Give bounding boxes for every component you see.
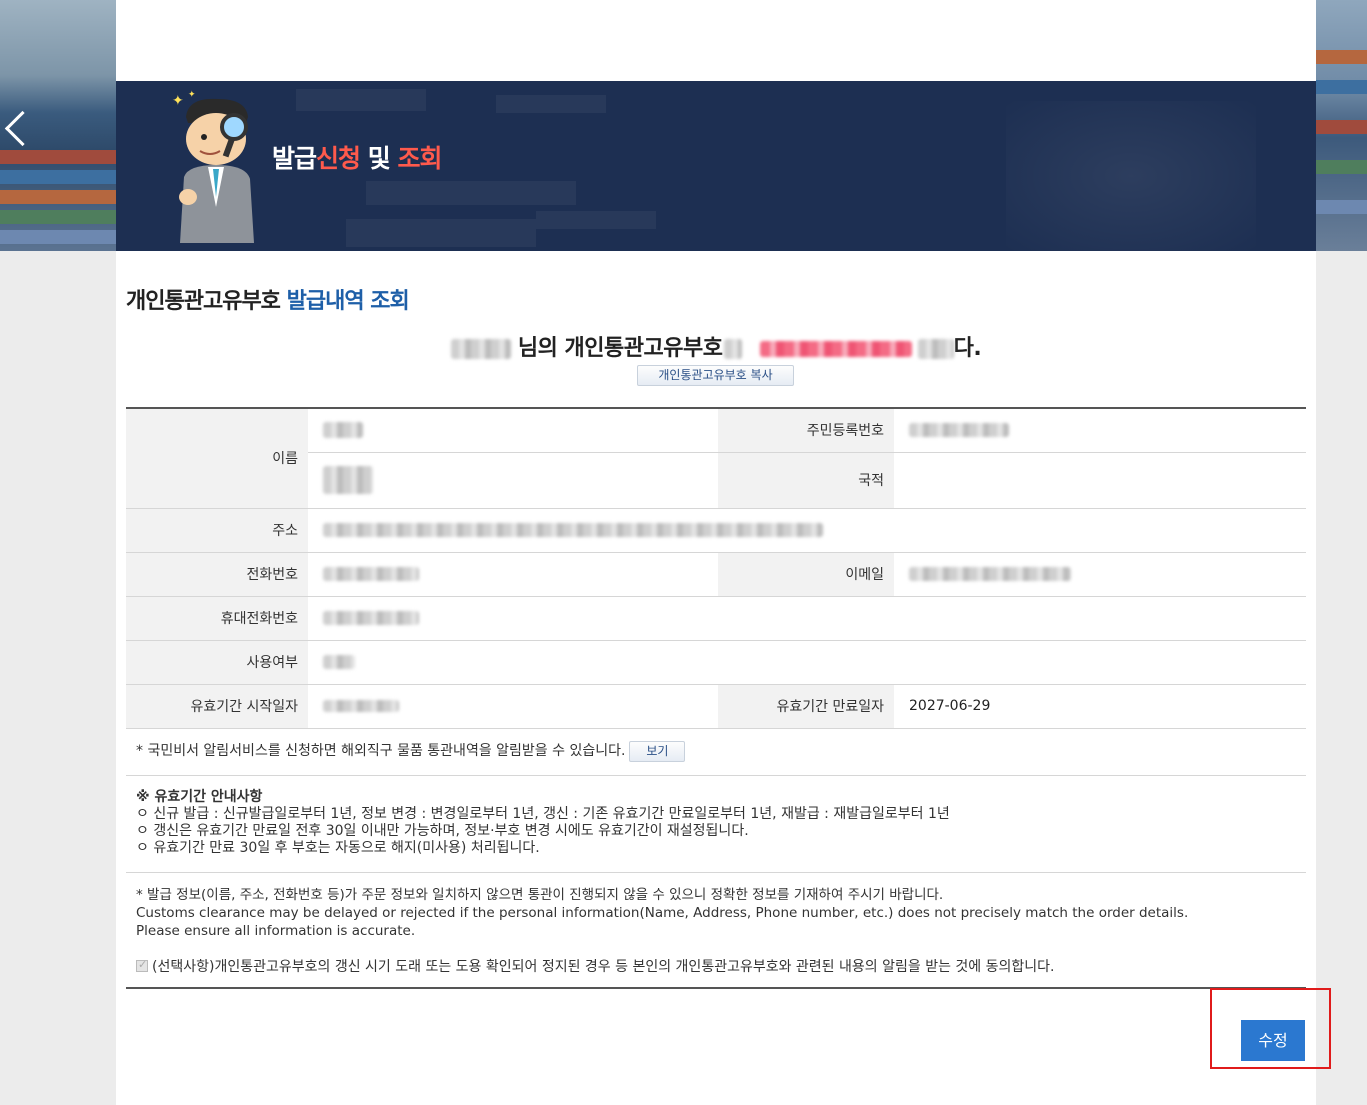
table-row: 이름 주민등록번호 [126, 408, 1306, 509]
field-label-nationality: 국적 [718, 452, 894, 509]
redacted-value [323, 700, 399, 712]
warning-en: Customs clearance may be delayed or reje… [136, 905, 1189, 921]
watermark-word [496, 95, 606, 113]
table-row: 주소 [126, 508, 1306, 553]
banner-title-part: 및 [360, 144, 398, 173]
section-title: 개인통관고유부호 발급내역 조회 [126, 283, 410, 315]
owner-line-end: 다. [953, 336, 982, 361]
redacted-value [323, 567, 419, 581]
redacted-value [323, 611, 419, 625]
divider [126, 872, 1306, 873]
redacted-value [323, 422, 363, 439]
field-value-nationality [894, 452, 1306, 509]
banner-title: 발급신청 및 조회 [272, 139, 442, 175]
banner-title-part: 발급 [272, 144, 317, 173]
accuracy-warning: * 발급 정보(이름, 주소, 전화번호 등)가 주문 정보와 일치하지 않으면… [136, 886, 1188, 940]
field-label-name: 이름 [126, 408, 308, 509]
issuance-info-table: 이름 주민등록번호 국적 주소 전화번호 이메일 휴대전화번호 사용여부 유효기… [126, 407, 1306, 729]
top-spacer [116, 0, 1316, 81]
divider [126, 987, 1306, 989]
redacted-customs-code [759, 341, 912, 357]
container-stack [0, 150, 116, 164]
notice-line: * 국민비서 알림서비스를 신청하면 해외직구 물품 통관내역을 알림받을 수 … [136, 740, 686, 762]
field-label-phone: 전화번호 [126, 552, 308, 597]
field-value-end-date: 2027-06-29 [894, 684, 1306, 729]
field-value-name-en [308, 452, 718, 509]
guide-line: ㅇ 유효기간 만료 30일 후 부호는 자동으로 해지(미사용) 처리됩니다. [136, 840, 540, 856]
watermark-word [366, 181, 576, 205]
main-content: ✦ ✦ 발급신청 및 조회 개인통관고유부호 발급내역 조회 님의 개인통관고유… [116, 0, 1331, 1105]
redacted-name [450, 339, 511, 359]
field-value-address [308, 508, 1306, 553]
redacted-value [909, 567, 1071, 581]
right-banner-photo [1316, 0, 1367, 251]
redacted-value [323, 655, 355, 669]
field-value-email [894, 552, 1306, 597]
table-row: 유효기간 시작일자 유효기간 만료일자 2027-06-29 [126, 684, 1306, 729]
container-stack [1316, 200, 1367, 214]
view-button[interactable]: 보기 [629, 740, 686, 762]
banner-title-part: 신청 [316, 144, 361, 173]
container-stack [1316, 120, 1367, 134]
left-banner-photo [0, 0, 116, 251]
warning-ko: * 발급 정보(이름, 주소, 전화번호 등)가 주문 정보와 일치하지 않으면… [136, 887, 944, 903]
edit-button[interactable]: 수정 [1241, 1020, 1305, 1061]
guide-line: ㅇ 갱신은 유효기간 만료일 전후 30일 이내만 가능하며, 정보·부호 변경… [136, 823, 749, 839]
owner-line-text: 님의 개인통관고유부호 [517, 336, 723, 361]
field-label-use: 사용여부 [126, 640, 308, 685]
field-label-address: 주소 [126, 508, 308, 553]
section-title-part: 발급내역 조회 [286, 289, 410, 314]
watermark-cloud [1006, 101, 1256, 251]
container-stack [1316, 160, 1367, 174]
redacted-value [909, 423, 1009, 438]
field-value-use [308, 640, 1306, 685]
validity-guide: ※ 유효기간 안내사항 ㅇ 신규 발급 : 신규발급일로부터 1년, 정보 변경… [136, 789, 950, 857]
banner-title-part: 조회 [397, 144, 442, 173]
consent-text: (선택사항)개인통관고유부호의 갱신 시기 도래 또는 도용 확인되어 정지된 … [152, 959, 1055, 975]
copy-code-button[interactable]: 개인통관고유부호 복사 [637, 365, 794, 386]
field-label-rrn: 주민등록번호 [718, 408, 894, 453]
watermark-word [536, 211, 656, 229]
container-stack [0, 230, 116, 244]
consent-checkbox[interactable] [136, 958, 148, 972]
consent-row: (선택사항)개인통관고유부호의 갱신 시기 도래 또는 도용 확인되어 정지된 … [136, 956, 1054, 976]
redacted-value [323, 466, 373, 494]
field-value-phone [308, 552, 718, 597]
warning-en: Please ensure all information is accurat… [136, 923, 416, 939]
field-label-mobile: 휴대전화번호 [126, 596, 308, 641]
guide-title: ※ 유효기간 안내사항 [136, 789, 263, 805]
container-stack [0, 170, 116, 184]
notice-text: * 국민비서 알림서비스를 신청하면 해외직구 물품 통관내역을 알림받을 수 … [136, 743, 626, 759]
field-value-start-date [308, 684, 718, 729]
field-label-end-date: 유효기간 만료일자 [718, 684, 894, 729]
prev-slide-arrow-icon[interactable] [2, 108, 30, 152]
redacted-text [724, 339, 743, 359]
container-stack [0, 210, 116, 224]
svg-text:✦: ✦ [188, 90, 196, 100]
watermark-word [296, 89, 426, 111]
redacted-value [323, 523, 823, 537]
section-title-part: 개인통관고유부호 [126, 289, 287, 314]
field-value-name [308, 408, 718, 453]
field-label-start-date: 유효기간 시작일자 [126, 684, 308, 729]
page-banner: ✦ ✦ 발급신청 및 조회 [116, 81, 1316, 251]
table-row: 사용여부 [126, 640, 1306, 685]
table-row: 전화번호 이메일 [126, 552, 1306, 597]
redacted-text [917, 339, 954, 359]
watermark-word [346, 219, 536, 247]
owner-code-line: 님의 개인통관고유부호 다. [116, 330, 1316, 362]
detective-mascot-icon: ✦ ✦ [172, 90, 254, 243]
svg-text:✦: ✦ [172, 93, 184, 109]
field-label-email: 이메일 [718, 552, 894, 597]
guide-line: ㅇ 신규 발급 : 신규발급일로부터 1년, 정보 변경 : 변경일로부터 1년… [136, 806, 950, 822]
container-stack [1316, 50, 1367, 64]
container-stack [0, 190, 116, 204]
field-value-rrn [894, 408, 1306, 453]
table-row: 휴대전화번호 [126, 596, 1306, 641]
divider [126, 775, 1306, 776]
container-stack [1316, 80, 1367, 94]
field-value-mobile [308, 596, 1306, 641]
